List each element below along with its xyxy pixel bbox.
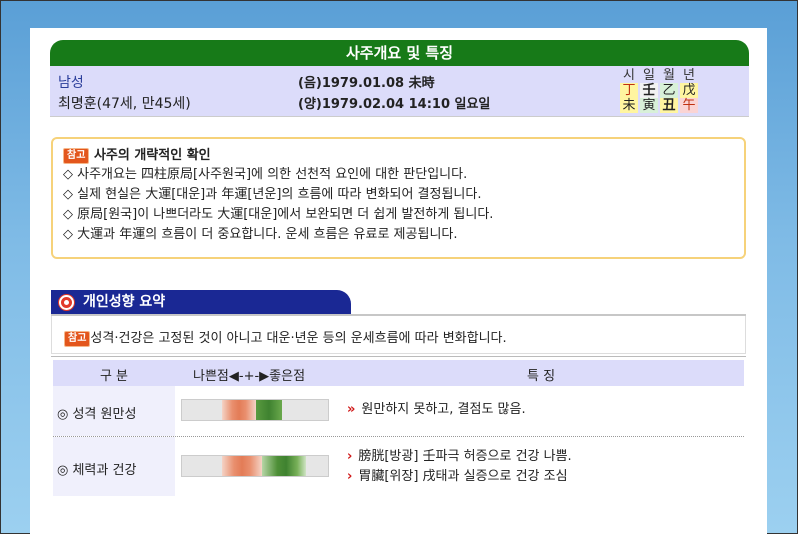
row-label-text: ◎ 성격 원만성	[57, 407, 137, 422]
row-description: › 膀胱[방광] 壬파극 허증으로 건강 나쁨. › 胃臟[위장] 戌태과 실증으로…	[347, 447, 572, 487]
notice-line: ◇ 大運과 年運의 흐름이 더 중요합니다. 운세 흐름은 유료로 제공됩니다.	[63, 227, 458, 242]
pillar-branch: 午	[680, 98, 698, 113]
notice-box: 참고 사주의 개략적인 확인 ◇ 사주개요는 四柱原局[사주원국]에 의한 선천…	[51, 137, 746, 259]
chevron-right-icon: ›	[347, 469, 353, 484]
notice-badge: 참고	[63, 147, 90, 164]
section-title: 개인성향 요약	[83, 294, 166, 310]
score-bar	[181, 399, 329, 421]
section-tab-personality: 개인성향 요약	[51, 290, 351, 315]
row-label: ◎ 성격 원만성	[53, 386, 175, 436]
person-name: 최명훈(47세, 만45세)	[58, 96, 191, 112]
pillar-hour: 시 丁 未	[620, 68, 638, 113]
good-segment	[256, 400, 282, 420]
table-header: 구 분 나쁜점◀-+-▶좋은점 특 징	[53, 360, 744, 386]
notice-heading-text: 사주의 개략적인 확인	[93, 148, 211, 163]
notice-line: ◇ 사주개요는 四柱原局[사주원국]에 의한 선천적 요인에 대한 판단입니다.	[63, 167, 468, 182]
notice-heading: 참고 사주의 개략적인 확인	[63, 147, 734, 165]
pillar-head: 시	[623, 68, 635, 83]
four-pillars: 시 丁 未 일 壬 寅 월 乙 丑 년 戊 午	[620, 68, 700, 114]
divider	[50, 116, 749, 117]
description-line: 胃臟[위장] 戌태과 실증으로 건강 조심	[358, 469, 568, 484]
notice-line: ◇ 原局[원국]이 나쁘더라도 大運[대운]에서 보완되면 더 쉽게 발전하게 …	[63, 207, 494, 222]
gender-label: 남성	[58, 75, 84, 91]
pillar-month: 월 乙 丑	[660, 68, 678, 113]
good-segment	[262, 456, 306, 476]
double-chevron-icon: »	[347, 402, 356, 417]
target-icon	[59, 295, 74, 310]
bad-segment	[222, 400, 256, 420]
score-bar	[181, 455, 329, 477]
divider	[51, 356, 746, 357]
description-line: 원만하지 못하고, 결점도 많음.	[361, 402, 526, 417]
trait-table: 구 분 나쁜점◀-+-▶좋은점 특 징 ◎ 성격 원만성 » 원만하지 못하고, …	[53, 360, 744, 496]
pillar-head: 일	[643, 68, 655, 83]
pillar-head: 년	[683, 68, 695, 83]
lunar-date: (음)1979.01.08 未時	[298, 76, 435, 91]
page-title: 사주개요 및 특징	[50, 40, 749, 66]
pillar-stem: 壬	[640, 83, 658, 98]
pillar-year: 년 戊 午	[680, 68, 698, 113]
remark-badge: 참고	[64, 330, 91, 347]
pillar-stem: 丁	[620, 83, 638, 98]
row-description: » 원만하지 못하고, 결점도 많음.	[347, 400, 526, 420]
content-sheet: 사주개요 및 특징 남성 최명훈(47세, 만45세) (음)1979.01.0…	[30, 28, 767, 534]
row-label: ◎ 체력과 건강	[53, 437, 175, 496]
person-info-band: 남성 최명훈(47세, 만45세) (음)1979.01.08 未時 (양)19…	[50, 66, 749, 116]
remark-text: 성격·건강은 고정된 것이 아니고 대운·년운 등의 운세흐름에 따라 변화합니…	[90, 331, 507, 346]
bad-segment	[222, 456, 262, 476]
section-remark: 참고 성격·건강은 고정된 것이 아니고 대운·년운 등의 운세흐름에 따라 변화…	[51, 316, 746, 354]
pillar-stem: 戊	[680, 83, 698, 98]
pillar-head: 월	[663, 68, 675, 83]
table-row: ◎ 체력과 건강 › 膀胱[방광] 壬파극 허증으로 건강 나쁨. › 胃臟[위장]…	[53, 436, 744, 496]
pillar-branch: 寅	[640, 98, 658, 113]
notice-line: ◇ 실제 현실은 大運[대운]과 年運[년운]의 흐름에 따라 변화되어 결정됩…	[63, 187, 482, 202]
pillar-branch: 丑	[660, 98, 678, 113]
solar-date: (양)1979.02.04 14:10 일요일	[298, 97, 491, 112]
description-line: 膀胱[방광] 壬파극 허증으로 건강 나쁨.	[358, 449, 572, 464]
row-label-text: ◎ 체력과 건강	[57, 463, 137, 478]
chevron-right-icon: ›	[347, 449, 353, 464]
header-feature: 특 징	[527, 369, 556, 384]
pillar-branch: 未	[620, 98, 638, 113]
pillar-stem: 乙	[660, 83, 678, 98]
pillar-day: 일 壬 寅	[640, 68, 658, 113]
table-row: ◎ 성격 원만성 » 원만하지 못하고, 결점도 많음.	[53, 386, 744, 436]
